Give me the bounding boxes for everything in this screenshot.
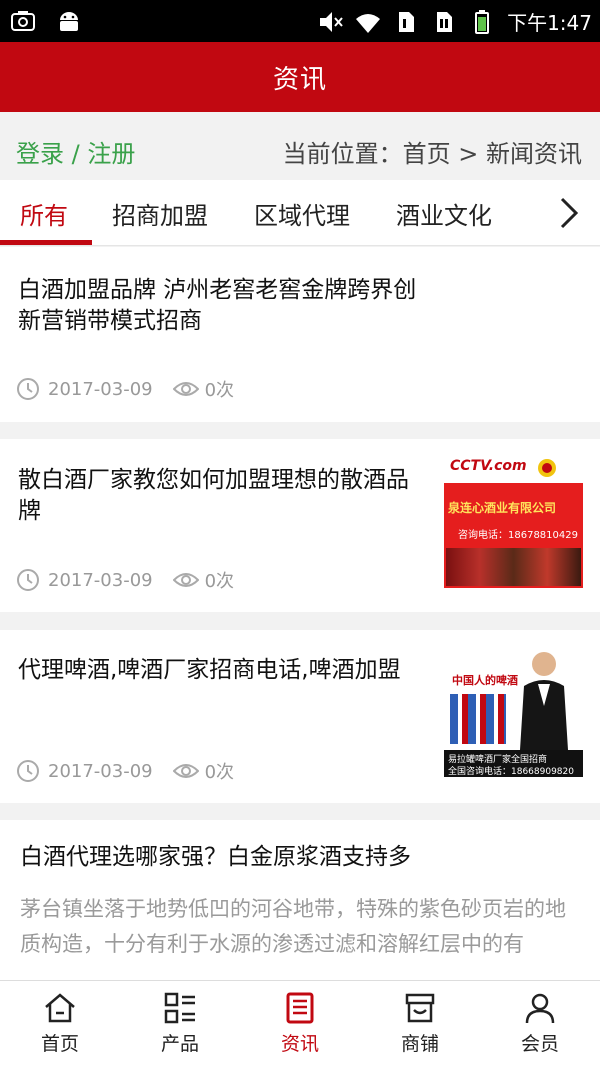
thumb-company-name: 泉连心酒业有限公司 (448, 501, 557, 515)
bottom-nav: 首页 产品 资讯 商铺 会员 (0, 980, 600, 1067)
article-title[interactable]: 散白酒厂家教您如何加盟理想的散酒品牌 (18, 465, 418, 527)
tabs-scroll-right-button[interactable] (538, 180, 600, 245)
nav-label: 会员 (520, 1033, 559, 1055)
status-time: 下午1:47 (507, 11, 592, 35)
article-views: 0次 (204, 571, 235, 592)
article-date: 2017-03-09 (48, 569, 153, 591)
nav-home[interactable]: 首页 (0, 981, 120, 1067)
active-tab-indicator (0, 240, 92, 245)
nav-label: 资讯 (280, 1033, 319, 1055)
clock-icon (17, 760, 39, 782)
grid-list-icon (164, 992, 195, 1024)
clock-icon (17, 378, 39, 400)
clock-icon (17, 569, 39, 591)
android-icon (60, 12, 78, 31)
article-views: 0次 (204, 380, 235, 401)
page-title: 资讯 (272, 64, 327, 95)
article-date: 2017-03-09 (48, 378, 153, 400)
app-bar: 资讯 (0, 42, 600, 112)
thumb-cans (450, 694, 506, 744)
thumb-phone: 咨询电话：18678810429 (458, 530, 578, 541)
thumb-photo-strip (446, 548, 581, 586)
status-bar: 下午1:47 (0, 0, 600, 42)
tab-franchise[interactable]: 招商加盟 (112, 196, 208, 231)
cctv-logo: CCTV.com (450, 458, 527, 474)
eye-icon (172, 382, 199, 396)
eye-icon (172, 573, 199, 587)
home-icon (45, 993, 75, 1023)
article-meta: 2017-03-09 0次 (16, 376, 234, 402)
nav-member[interactable]: 会员 (480, 981, 600, 1067)
camera-icon (11, 11, 35, 31)
article-card[interactable]: 白酒加盟品牌 泸州老窖老窖金牌跨界创新营销带模式招商 2017-03-09 0次 (0, 247, 600, 422)
nav-news[interactable]: 资讯 (240, 981, 360, 1067)
emblem-icon (538, 459, 556, 477)
nav-label: 产品 (160, 1033, 199, 1055)
article-title[interactable]: 白酒代理选哪家强？白金原浆酒支持多 (20, 842, 580, 873)
person-figure (520, 652, 568, 750)
article-title[interactable]: 代理啤酒,啤酒厂家招商电话,啤酒加盟 (18, 655, 418, 686)
tab-all[interactable]: 所有 (20, 196, 68, 231)
article-meta: 2017-03-09 0次 (16, 567, 234, 593)
user-icon (525, 993, 555, 1024)
eye-icon (172, 764, 199, 778)
battery-icon (475, 9, 490, 34)
mute-icon (320, 11, 343, 32)
article-snippet: 茅台镇坐落于地势低凹的河谷地带，特殊的紫色砂页岩的地质构造，十分有利于水源的渗透… (20, 897, 566, 956)
nav-label: 商铺 (400, 1033, 439, 1055)
category-tabs: 所有 招商加盟 区域代理 酒业文化 (0, 180, 600, 246)
sim2-icon (437, 11, 453, 32)
nav-label: 首页 (40, 1033, 79, 1055)
breadcrumb: 当前位置：首页 > 新闻资讯 (282, 140, 582, 168)
chevron-right-icon (560, 197, 579, 229)
nav-stores[interactable]: 商铺 (360, 981, 480, 1067)
thumb-slogan: 中国人的啤酒 (452, 674, 518, 687)
news-icon (286, 992, 314, 1024)
tab-wine-culture[interactable]: 酒业文化 (396, 196, 492, 231)
wifi-icon (356, 13, 381, 33)
thumb-caption-line2: 全国咨询电话：18668909820 (448, 767, 574, 777)
nav-products[interactable]: 产品 (120, 981, 240, 1067)
article-date: 2017-03-09 (48, 760, 153, 782)
article-card[interactable]: 散白酒厂家教您如何加盟理想的散酒品牌 2017-03-09 0次 CCTV.co… (0, 439, 600, 612)
article-thumbnail[interactable]: 中国人的啤酒 易拉罐啤酒厂家全国招商 全国咨询电话：18668909820 (444, 642, 583, 777)
location-bar: 登录 / 注册 当前位置：首页 > 新闻资讯 (0, 112, 600, 180)
article-title[interactable]: 白酒加盟品牌 泸州老窖老窖金牌跨界创新营销带模式招商 (18, 275, 418, 337)
article-views: 0次 (204, 762, 235, 783)
login-register-link[interactable]: 登录 / 注册 (16, 134, 135, 169)
article-meta: 2017-03-09 0次 (16, 758, 234, 784)
article-card[interactable]: 代理啤酒,啤酒厂家招商电话,啤酒加盟 2017-03-09 0次 中国人的啤酒 … (0, 630, 600, 803)
sim1-icon (399, 11, 415, 32)
tab-regional-agent[interactable]: 区域代理 (254, 196, 350, 231)
article-card[interactable]: 白酒代理选哪家强？白金原浆酒支持多 茅台镇坐落于地势低凹的河谷地带，特殊的紫色砂… (0, 820, 600, 980)
article-thumbnail[interactable]: CCTV.com 泉连心酒业有限公司 咨询电话：18678810429 (444, 453, 583, 588)
store-icon (405, 993, 435, 1023)
